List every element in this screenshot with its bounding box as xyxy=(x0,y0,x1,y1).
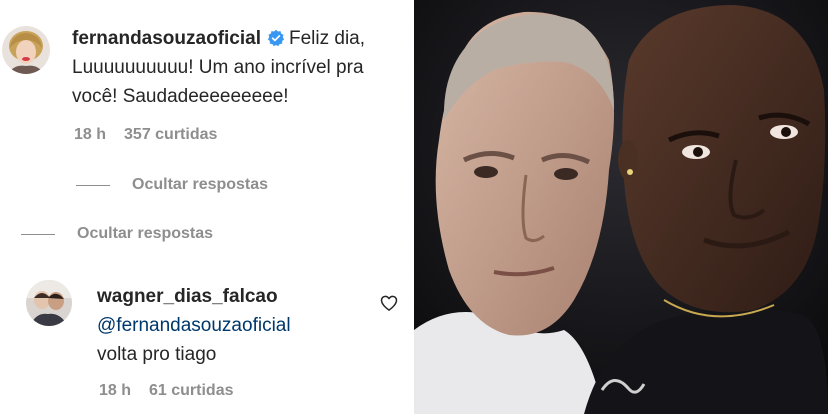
reply-mention[interactable]: @fernandasouzaoficial xyxy=(97,311,397,340)
comment-line-3: você! Saudadeeeeeeeee! xyxy=(72,86,289,107)
reply-text: wagner_dias_falcao @fernandasouzaoficial… xyxy=(97,282,397,369)
comment-body-start: Feliz dia, xyxy=(289,28,366,49)
hide-replies-main[interactable]: Ocultar respostas xyxy=(21,225,213,243)
comment-line-1: fernandasouzaoficial Feliz dia, xyxy=(72,24,412,53)
comment-time[interactable]: 18 h xyxy=(74,126,106,143)
comment-line-2: Luuuuuuuuuu! Um ano incrível pra xyxy=(72,57,364,78)
selfie-photo xyxy=(414,0,828,414)
heart-icon[interactable] xyxy=(379,293,399,313)
comment-likes[interactable]: 357 curtidas xyxy=(124,126,217,143)
comment-text: fernandasouzaoficial Feliz dia, Luuuuuuuu… xyxy=(72,24,412,111)
comment-meta: 18 h 357 curtidas xyxy=(74,126,217,144)
reply-likes[interactable]: 61 curtidas xyxy=(149,382,233,399)
hide-replies-nested[interactable]: Ocultar respostas xyxy=(76,176,268,194)
verified-badge-icon xyxy=(267,29,285,47)
selfie-photo-image xyxy=(414,0,828,414)
hide-replies-label[interactable]: Ocultar respostas xyxy=(132,176,268,194)
reply-time[interactable]: 18 h xyxy=(99,382,131,399)
replies-divider xyxy=(21,233,55,235)
avatar-wagner_dias_falcao[interactable] xyxy=(26,280,72,326)
comments-panel: fernandasouzaoficial Feliz dia, Luuuuuuuu… xyxy=(0,0,414,414)
avatar-fernandasouzaoficial[interactable] xyxy=(2,26,50,74)
comment-username[interactable]: fernandasouzaoficial xyxy=(72,28,261,49)
hide-replies-label[interactable]: Ocultar respostas xyxy=(77,225,213,243)
reply-body: volta pro tiago xyxy=(97,344,217,365)
replies-divider xyxy=(76,184,110,186)
reply-meta: 18 h 61 curtidas xyxy=(99,382,234,400)
reply-username[interactable]: wagner_dias_falcao xyxy=(97,282,397,311)
